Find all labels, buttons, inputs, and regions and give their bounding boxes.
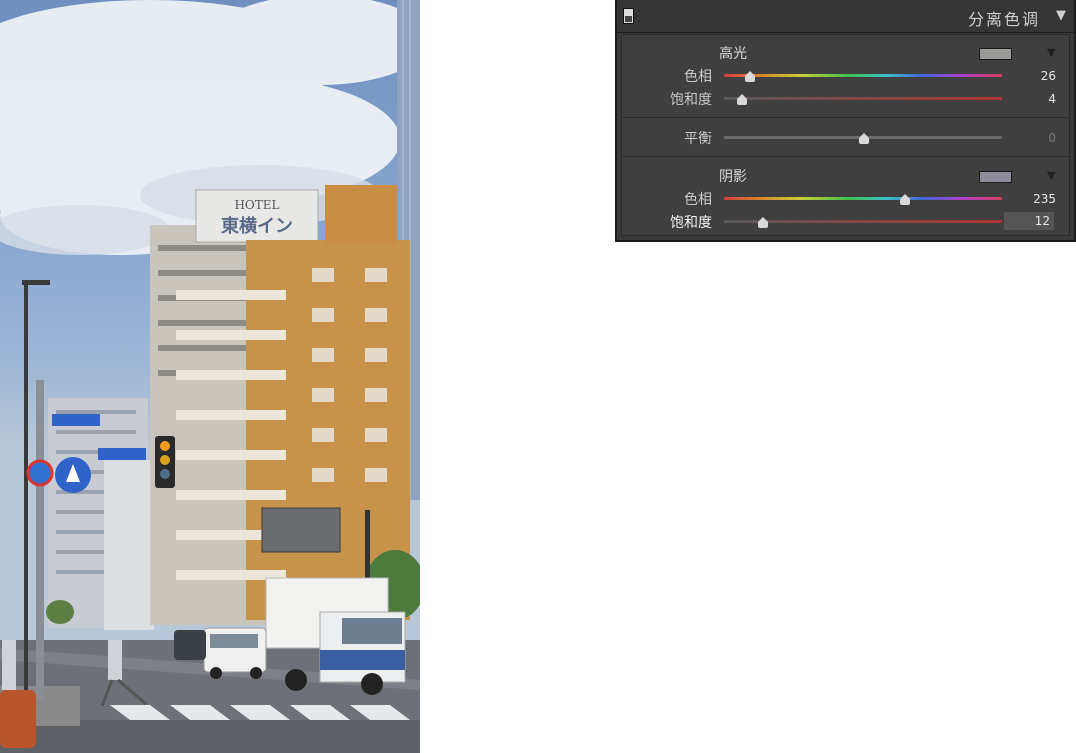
panel-body: 高光 ▼ 色相 26 饱和度 4 平衡 0 阴影 ▼ 色相 235 饱和度 12 <box>621 34 1070 236</box>
highlights-saturation-value[interactable]: 4 <box>1006 92 1056 106</box>
shadows-hue-slider-thumb[interactable] <box>900 194 910 205</box>
shadows-picker-triangle-icon[interactable]: ▼ <box>1047 169 1055 182</box>
street-photo: HOTEL 東横イン <box>0 0 420 753</box>
shadows-hue-value[interactable]: 235 <box>1006 192 1056 206</box>
balance-value[interactable]: 0 <box>1006 131 1056 145</box>
hotel-sign-text: HOTEL <box>234 198 279 212</box>
panel-header: 分离色调 ▼ <box>617 0 1074 33</box>
shadows-color-swatch[interactable] <box>979 171 1012 183</box>
hotel-name-text: 東横イン <box>221 215 293 237</box>
collapse-triangle-icon[interactable]: ▼ <box>1056 8 1066 23</box>
split-toning-panel: 分离色调 ▼ 高光 ▼ 色相 26 饱和度 4 平衡 0 阴影 ▼ 色相 235… <box>615 0 1076 242</box>
highlights-label: 高光 <box>719 46 747 62</box>
balance-slider-thumb[interactable] <box>859 133 869 144</box>
highlights-hue-slider-thumb[interactable] <box>745 71 755 82</box>
highlights-saturation-label: 饱和度 <box>670 92 712 108</box>
shadows-hue-slider[interactable] <box>724 197 1002 200</box>
shadows-saturation-slider-thumb[interactable] <box>758 217 768 228</box>
panel-toggle-switch[interactable] <box>623 8 634 24</box>
street-photo-illustration: HOTEL 東横イン <box>0 0 420 753</box>
shadows-saturation-label: 饱和度 <box>670 215 712 231</box>
section-divider <box>622 156 1069 157</box>
highlights-hue-slider[interactable] <box>724 74 1002 77</box>
highlights-color-swatch[interactable] <box>979 48 1012 60</box>
shadows-label: 阴影 <box>719 169 747 185</box>
shadows-hue-label: 色相 <box>684 192 712 208</box>
highlights-saturation-slider[interactable] <box>724 97 1002 100</box>
balance-label: 平衡 <box>684 131 712 147</box>
highlights-hue-label: 色相 <box>684 69 712 85</box>
highlights-hue-value[interactable]: 26 <box>1006 69 1056 83</box>
panel-title: 分离色调 <box>967 10 1040 29</box>
highlights-saturation-slider-thumb[interactable] <box>737 94 747 105</box>
section-divider <box>622 117 1069 118</box>
shadows-saturation-value[interactable]: 12 <box>1004 212 1054 230</box>
highlights-picker-triangle-icon[interactable]: ▼ <box>1047 46 1055 59</box>
